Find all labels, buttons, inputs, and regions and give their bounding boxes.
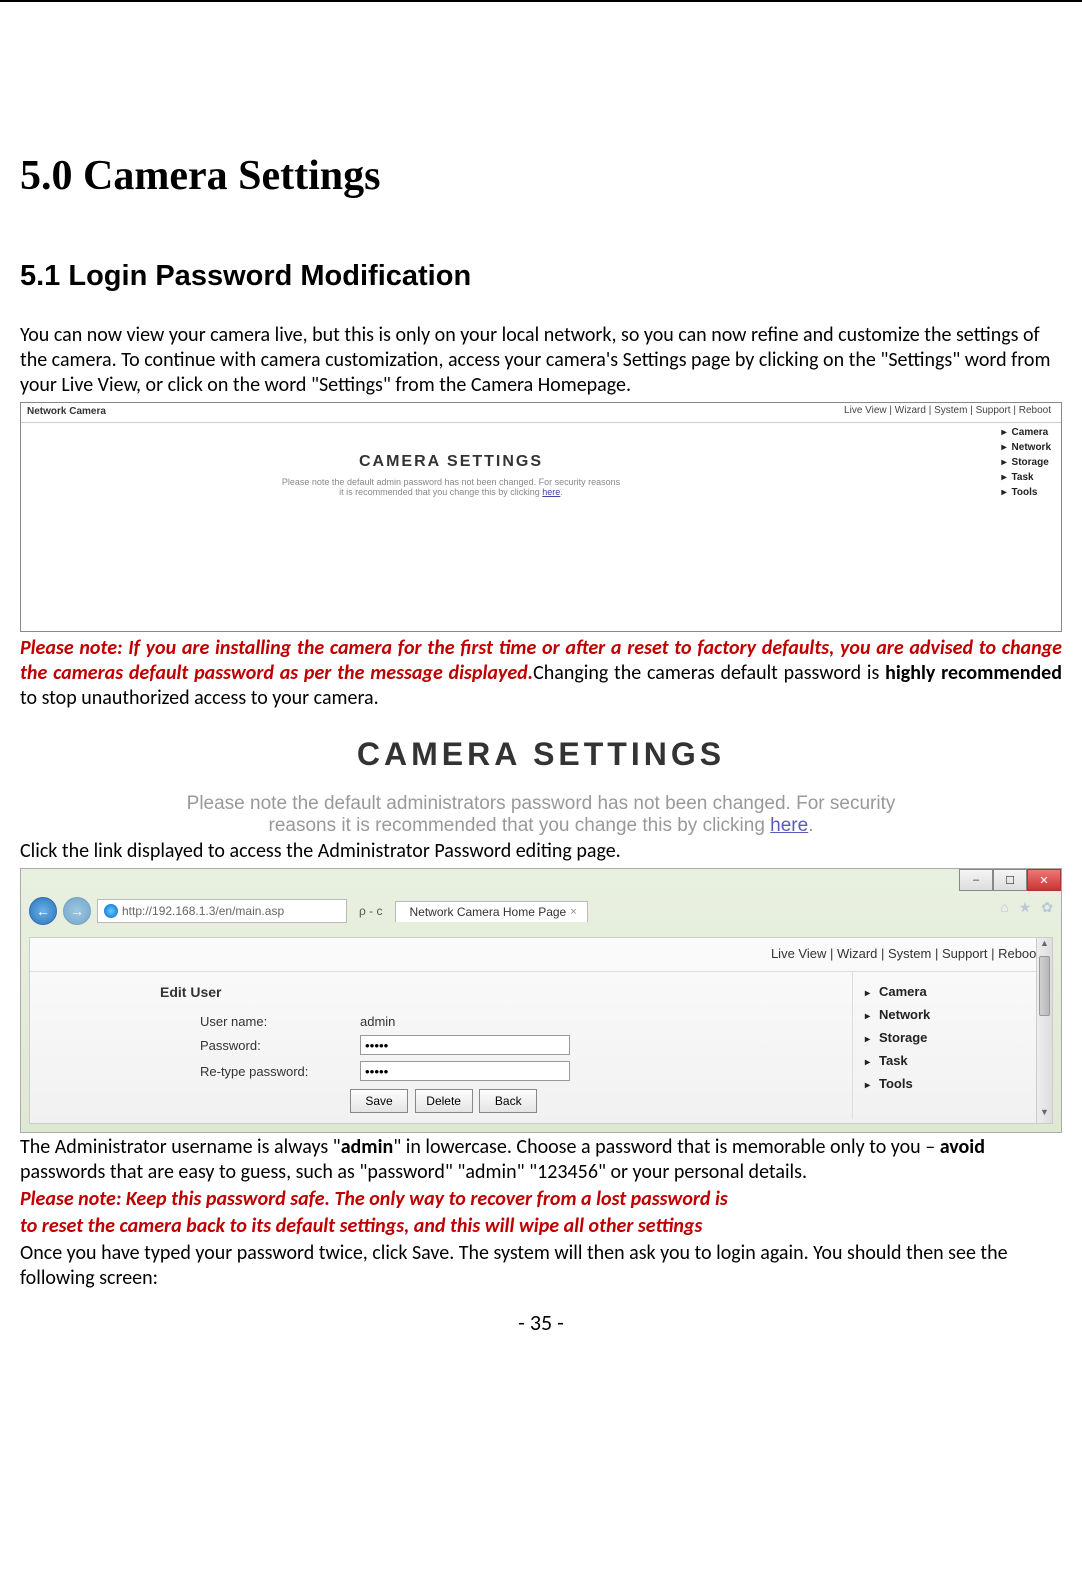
address-bar[interactable]: http://192.168.1.3/en/main.asp	[97, 899, 347, 923]
expand-icon: ▸	[865, 1057, 879, 1068]
main-panel: Edit User User name: admin Password: Re-…	[30, 972, 852, 1119]
scroll-thumb[interactable]	[1039, 956, 1050, 1016]
browser-tab[interactable]: Network Camera Home Page ×	[395, 901, 588, 922]
expand-icon: ▸	[1002, 485, 1012, 500]
expand-icon: ▸	[1002, 440, 1012, 455]
gear-icon[interactable]: ✿	[1041, 899, 1053, 916]
button-row: Save Delete Back	[60, 1089, 822, 1113]
expand-icon: ▸	[1002, 470, 1012, 485]
content-title: CAMERA SETTINGS	[21, 453, 881, 471]
retype-password-label: Re-type password:	[200, 1064, 360, 1079]
page-number: - 35 -	[20, 1309, 1062, 1336]
sidebar-item[interactable]: ▸Network	[1002, 440, 1051, 455]
browser-tools: ⌂ ★ ✿	[1000, 899, 1053, 916]
window-controls: – ☐ ✕	[959, 869, 1061, 891]
warning-line: Please note: Keep this password safe. Th…	[20, 1187, 1062, 1212]
security-note: Please note the default administrators p…	[20, 793, 1062, 837]
heading-2: 5.1 Login Password Modification	[20, 260, 1062, 293]
close-button[interactable]: ✕	[1027, 869, 1061, 891]
page-content: Live View | Wizard | System | Support | …	[29, 937, 1053, 1124]
forward-button[interactable]: →	[63, 897, 91, 925]
delete-button[interactable]: Delete	[415, 1089, 473, 1113]
sidebar-item[interactable]: ▸Storage	[1002, 455, 1051, 470]
screenshot-edit-user-page: – ☐ ✕ ← → http://192.168.1.3/en/main.asp…	[20, 868, 1062, 1133]
here-link[interactable]: here	[542, 487, 560, 497]
back-button[interactable]: Back	[479, 1089, 537, 1113]
expand-icon: ▸	[865, 988, 879, 999]
home-icon[interactable]: ⌂	[1000, 899, 1008, 916]
expand-icon: ▸	[1002, 455, 1012, 470]
paragraph: Once you have typed your password twice,…	[20, 1241, 1062, 1291]
sidebar-item[interactable]: ▸Network	[865, 1003, 1040, 1026]
sidebar-item[interactable]: ▸Storage	[865, 1026, 1040, 1049]
scroll-up-icon[interactable]: ▲	[1037, 938, 1052, 954]
username-label: User name:	[200, 1014, 360, 1029]
scrollbar[interactable]: ▲ ▼	[1036, 938, 1052, 1123]
password-label: Password:	[200, 1038, 360, 1053]
scroll-down-icon[interactable]: ▼	[1037, 1107, 1052, 1123]
document-page: 5.0 Camera Settings 5.1 Login Password M…	[0, 0, 1082, 1356]
panel-heading: Edit User	[60, 984, 822, 1000]
sidebar-item[interactable]: ▸Camera	[865, 980, 1040, 1003]
expand-icon: ▸	[865, 1011, 879, 1022]
sidebar-menu: ▸Camera ▸Network ▸Storage ▸Task ▸Tools	[1002, 425, 1051, 500]
browser-toolbar: ← → http://192.168.1.3/en/main.asp ρ - c…	[21, 891, 1061, 931]
refresh-search[interactable]: ρ - c	[353, 904, 389, 918]
expand-icon: ▸	[1002, 425, 1012, 440]
here-link[interactable]: here	[770, 815, 808, 836]
close-tab-icon[interactable]: ×	[570, 906, 576, 918]
retype-password-input[interactable]	[360, 1061, 570, 1081]
username-value: admin	[360, 1014, 395, 1029]
screenshot-camera-settings-page: Network Camera Live View | Wizard | Syst…	[20, 402, 1062, 632]
heading-1: 5.0 Camera Settings	[20, 152, 1062, 200]
top-nav[interactable]: Live View | Wizard | System | Support | …	[30, 938, 1052, 972]
back-button[interactable]: ←	[29, 897, 57, 925]
star-icon[interactable]: ★	[1019, 899, 1032, 916]
sidebar-item[interactable]: ▸Task	[865, 1049, 1040, 1072]
password-input[interactable]	[360, 1035, 570, 1055]
content-title: CAMERA SETTINGS	[20, 736, 1062, 773]
save-button[interactable]: Save	[350, 1089, 408, 1113]
warning-line: to reset the camera back to its default …	[20, 1214, 1062, 1239]
paragraph: The Administrator username is always "ad…	[20, 1135, 1062, 1185]
warning-paragraph: Please note: If you are installing the c…	[20, 636, 1062, 711]
top-nav[interactable]: Live View | Wizard | System | Support | …	[844, 405, 1051, 416]
ie-icon	[104, 904, 118, 918]
sidebar-item[interactable]: ▸Tools	[865, 1072, 1040, 1095]
sidebar-item[interactable]: ▸Task	[1002, 470, 1051, 485]
minimize-button[interactable]: –	[959, 869, 993, 891]
expand-icon: ▸	[865, 1034, 879, 1045]
sidebar-item[interactable]: ▸Tools	[1002, 485, 1051, 500]
sidebar-item[interactable]: ▸Camera	[1002, 425, 1051, 440]
paragraph: You can now view your camera live, but t…	[20, 323, 1062, 398]
screenshot-camera-settings-zoom: CAMERA SETTINGS Please note the default …	[20, 736, 1062, 837]
security-note: Please note the default admin password h…	[21, 477, 881, 497]
maximize-button[interactable]: ☐	[993, 869, 1027, 891]
expand-icon: ▸	[865, 1080, 879, 1091]
paragraph: Click the link displayed to access the A…	[20, 839, 1062, 864]
sidebar-menu: ▸Camera ▸Network ▸Storage ▸Task ▸Tools	[852, 972, 1052, 1119]
main-content: CAMERA SETTINGS Please note the default …	[21, 453, 881, 497]
